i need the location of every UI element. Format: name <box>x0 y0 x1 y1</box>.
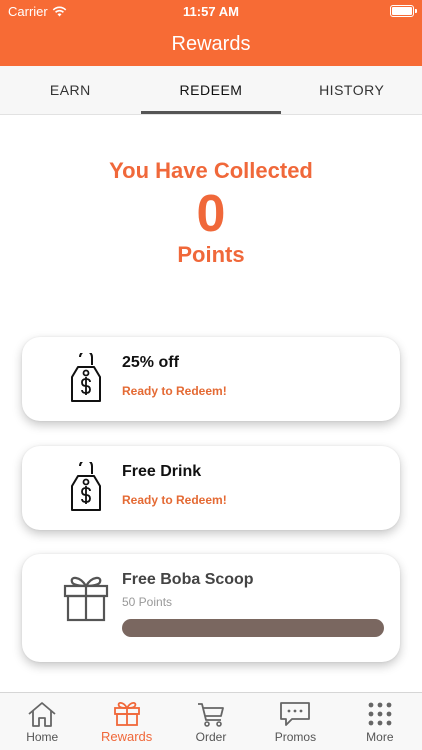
reward-card-free-drink[interactable]: Free Drink Ready to Redeem! <box>22 446 400 530</box>
price-tag-icon <box>71 353 101 402</box>
nav-bar: Rewards <box>0 22 422 66</box>
reward-card-25-off[interactable]: 25% off Ready to Redeem! <box>22 337 400 421</box>
reward-title: Free Boba Scoop <box>122 571 254 588</box>
battery-icon <box>390 5 417 17</box>
tab-earn[interactable]: EARN <box>0 66 141 114</box>
reward-card-free-boba-scoop[interactable]: Free Boba Scoop 50 Points <box>22 554 400 662</box>
gift-icon <box>113 701 140 726</box>
reward-title: 25% off <box>122 354 179 371</box>
reward-points-required: 50 Points <box>122 595 173 609</box>
price-tag-icon <box>71 462 101 511</box>
reward-title: Free Drink <box>122 463 202 480</box>
cart-icon <box>198 703 224 727</box>
status-bar: Carrier 11:57 AM <box>0 0 422 22</box>
points-summary: You Have Collected 0 Points <box>0 158 422 268</box>
reward-status: Ready to Redeem! <box>122 384 227 398</box>
grid-dots-icon <box>368 702 392 726</box>
tab-history[interactable]: HISTORY <box>281 66 422 114</box>
page-title: Rewards <box>171 32 251 55</box>
rewards-tabs: EARN REDEEM HISTORY <box>0 66 422 115</box>
gift-icon <box>63 576 109 622</box>
tab-bar-label: Rewards <box>100 729 153 744</box>
tab-bar-more[interactable]: More <box>338 693 422 750</box>
tab-bar-home[interactable]: Home <box>0 693 84 750</box>
tab-bar-rewards[interactable]: Rewards <box>84 693 168 750</box>
tab-bar-promos[interactable]: Promos <box>253 693 337 750</box>
reward-progress-bar <box>122 619 384 637</box>
tab-bar-label: Home <box>26 730 59 744</box>
collected-heading: You Have Collected <box>109 158 313 183</box>
tab-bar-label: More <box>366 730 394 744</box>
tab-redeem[interactable]: REDEEM <box>140 66 282 114</box>
tab-bar-label: Order <box>195 730 227 744</box>
tab-bar-order[interactable]: Order <box>169 693 253 750</box>
clock: 11:57 AM <box>183 4 239 19</box>
tab-bar-label: Promos <box>274 730 317 744</box>
points-value: 0 <box>196 185 226 243</box>
bottom-tab-bar: Home Rewards Order Promos More <box>0 692 422 750</box>
home-icon <box>28 702 56 727</box>
chat-bubble-icon <box>280 702 311 726</box>
points-label: Points <box>177 242 245 267</box>
reward-status: Ready to Redeem! <box>122 493 227 507</box>
